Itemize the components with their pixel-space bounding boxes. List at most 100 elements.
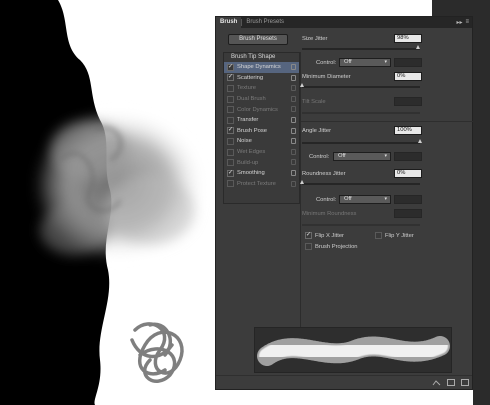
size-jitter-slider[interactable] <box>302 48 420 50</box>
angle-jitter-label: Angle Jitter <box>302 128 331 134</box>
wet-edges-label: Wet Edges <box>237 149 266 156</box>
chevron-down-icon: ▾ <box>384 153 387 159</box>
brush-panel: Brush Brush Presets ▸▸ ≡ Brush Presets B… <box>215 16 473 390</box>
min-roundness-field <box>394 209 422 218</box>
roundness-jitter-slider[interactable] <box>302 183 420 185</box>
min-diameter-label: Minimum Diameter <box>302 74 351 80</box>
lock-icon[interactable] <box>291 180 296 187</box>
brush-projection-label: Brush Projection <box>315 243 358 250</box>
tilt-scale-field <box>394 97 422 106</box>
angle-jitter-field[interactable]: 100% <box>394 126 422 135</box>
shape-dynamics-checkbox[interactable]: ✓ <box>227 63 234 71</box>
roundness-jitter-field[interactable]: 0% <box>394 169 422 178</box>
color-dynamics-checkbox[interactable] <box>227 106 234 114</box>
size-jitter-slider-handle[interactable] <box>416 45 420 49</box>
size-jitter-label: Size Jitter <box>302 36 328 42</box>
min-roundness-label: Minimum Roundness <box>302 211 357 217</box>
dual-brush-label: Dual Brush <box>237 96 266 103</box>
option-brush-pose[interactable]: ✓ Brush Pose <box>224 126 299 137</box>
lock-icon[interactable] <box>291 85 296 92</box>
lock-icon[interactable] <box>291 159 296 166</box>
option-noise[interactable]: Noise <box>224 136 299 147</box>
tab-brush[interactable]: Brush <box>216 17 242 28</box>
brush-preview-grid-icon[interactable] <box>447 379 455 386</box>
scattering-label: Scattering <box>237 74 264 81</box>
tilt-scale-label: Tilt Scale <box>302 99 326 105</box>
lock-icon[interactable] <box>291 138 296 145</box>
tab-brush-presets[interactable]: Brush Presets <box>242 17 288 28</box>
color-dynamics-label: Color Dynamics <box>237 106 278 113</box>
option-wet-edges[interactable]: Wet Edges <box>224 147 299 158</box>
option-transfer[interactable]: Transfer <box>224 115 299 126</box>
size-jitter-field[interactable]: 98% <box>394 34 422 43</box>
chevron-down-icon: ▾ <box>384 196 387 202</box>
lock-icon[interactable] <box>291 74 296 81</box>
fade-steps-field-2 <box>394 152 422 161</box>
control-select-1-value: Off <box>344 59 352 65</box>
option-protect-texture[interactable]: Protect Texture <box>224 179 299 190</box>
lock-icon[interactable] <box>291 64 296 70</box>
lock-icon[interactable] <box>291 106 296 113</box>
smoothing-checkbox[interactable]: ✓ <box>227 169 234 177</box>
top-right-dark-area <box>432 0 473 16</box>
control-select-3[interactable]: Off ▾ <box>339 195 391 204</box>
stroke-preview-graphic <box>257 336 450 366</box>
flip-y-checkbox[interactable] <box>375 232 382 239</box>
angle-jitter-slider[interactable] <box>302 142 420 144</box>
roundness-jitter-slider-handle[interactable] <box>300 180 304 184</box>
flip-x-jitter-option[interactable]: ✓ Flip X Jitter <box>302 232 344 239</box>
lock-icon[interactable] <box>291 116 296 123</box>
scattering-checkbox[interactable]: ✓ <box>227 74 234 82</box>
brush-presets-button[interactable]: Brush Presets <box>228 34 288 45</box>
transfer-checkbox[interactable] <box>227 116 234 124</box>
option-shape-dynamics[interactable]: ✓ Shape Dynamics <box>224 62 299 73</box>
min-diameter-slider[interactable] <box>302 86 420 88</box>
min-diameter-slider-handle[interactable] <box>300 83 304 87</box>
option-color-dynamics[interactable]: Color Dynamics <box>224 104 299 115</box>
texture-checkbox[interactable] <box>227 84 234 92</box>
protect-texture-checkbox[interactable] <box>227 180 234 188</box>
control-select-2[interactable]: Off ▾ <box>333 152 391 161</box>
lock-icon[interactable] <box>291 127 296 134</box>
control-select-1[interactable]: Off ▾ <box>339 58 391 67</box>
brush-pose-checkbox[interactable]: ✓ <box>227 127 234 135</box>
option-build-up[interactable]: Build-up <box>224 157 299 168</box>
flip-x-label: Flip X Jitter <box>315 232 344 239</box>
noise-label: Noise <box>237 138 252 145</box>
noise-checkbox[interactable] <box>227 137 234 145</box>
min-diameter-field[interactable]: 0% <box>394 72 422 81</box>
lock-icon[interactable] <box>291 148 296 155</box>
flip-x-checkbox[interactable]: ✓ <box>305 232 312 239</box>
tilt-scale-slider <box>302 112 420 114</box>
texture-label: Texture <box>237 85 257 92</box>
flip-y-jitter-option[interactable]: Flip Y Jitter <box>372 232 414 239</box>
brush-projection-checkbox[interactable] <box>305 243 312 250</box>
option-texture[interactable]: Texture <box>224 83 299 94</box>
build-up-label: Build-up <box>237 159 259 166</box>
panel-dock-strip <box>473 0 490 405</box>
min-roundness-slider <box>302 224 420 226</box>
lock-icon[interactable] <box>291 169 296 176</box>
section-divider <box>301 121 473 122</box>
toggle-live-tip-icon[interactable] <box>432 379 441 386</box>
roundness-jitter-label: Roundness Jitter <box>302 171 346 177</box>
smoothing-label: Smoothing <box>237 170 265 177</box>
create-new-brush-icon[interactable] <box>461 379 469 386</box>
brush-tip-shape-item[interactable]: Brush Tip Shape <box>224 53 299 62</box>
lock-icon[interactable] <box>291 95 296 102</box>
wet-edges-checkbox[interactable] <box>227 148 234 156</box>
option-dual-brush[interactable]: Dual Brush <box>224 94 299 105</box>
flip-y-label: Flip Y Jitter <box>385 232 414 239</box>
build-up-checkbox[interactable] <box>227 159 234 167</box>
control-label-2: Control: <box>309 154 330 160</box>
brush-projection-option[interactable]: Brush Projection <box>302 243 358 250</box>
brush-pose-label: Brush Pose <box>237 127 267 134</box>
control-label-3: Control: <box>316 197 337 203</box>
option-smoothing[interactable]: ✓ Smoothing <box>224 168 299 179</box>
brush-options-list: Brush Tip Shape ✓ Shape Dynamics ✓ Scatteri… <box>223 52 300 204</box>
dual-brush-checkbox[interactable] <box>227 95 234 103</box>
fade-steps-field-3 <box>394 195 422 204</box>
angle-jitter-slider-handle[interactable] <box>418 139 422 143</box>
option-scattering[interactable]: ✓ Scattering <box>224 73 299 84</box>
panel-bottom-bar <box>216 375 472 389</box>
